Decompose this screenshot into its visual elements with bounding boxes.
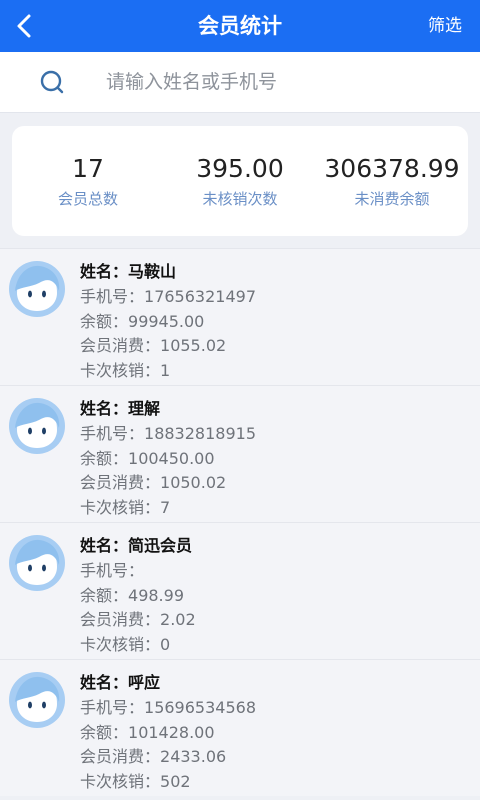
- stat-unspent-balance: 306378.99 未消费余额: [316, 152, 468, 209]
- phone-label: 手机号：: [80, 560, 145, 580]
- member-item[interactable]: 姓名：马鞍山 手机号：17656321497 余额：99945.00 会员消费：…: [0, 248, 480, 385]
- phone-label: 手机号：: [80, 286, 145, 306]
- member-spend: 1050.02: [160, 473, 227, 493]
- app-header: 会员统计 筛选: [0, 0, 480, 52]
- name-label: 姓名：: [80, 673, 129, 692]
- stat-label: 会员总数: [57, 190, 118, 208]
- member-list: 姓名：马鞍山 手机号：17656321497 余额：99945.00 会员消费：…: [0, 248, 480, 796]
- phone-label: 手机号：: [80, 423, 145, 443]
- member-name: 简迅会员: [128, 536, 193, 555]
- phone-label: 手机号：: [80, 697, 145, 717]
- avatar-icon: [9, 672, 65, 728]
- stat-unverified-times: 395.00 未核销次数: [164, 152, 316, 209]
- card-label: 卡次核销：: [80, 498, 161, 518]
- member-spend: 2.02: [160, 610, 196, 630]
- spend-label: 会员消费：: [80, 610, 161, 630]
- stat-label: 未核销次数: [202, 190, 278, 208]
- stat-value: 17: [72, 154, 104, 183]
- member-item[interactable]: 姓名：呼应 手机号：15696534568 余额：101428.00 会员消费：…: [0, 659, 480, 796]
- stat-value: 306378.99: [324, 154, 460, 183]
- member-balance: 100450.00: [128, 448, 215, 468]
- member-info: 姓名：简迅会员 手机号： 余额：498.99 会员消费：2.02 卡次核销：0: [80, 534, 196, 658]
- search-bar: [0, 52, 480, 113]
- stats-card: 17 会员总数 395.00 未核销次数 306378.99 未消费余额: [12, 126, 468, 236]
- member-spend: 1055.02: [160, 336, 227, 356]
- member-info: 姓名：马鞍山 手机号：17656321497 余额：99945.00 会员消费：…: [80, 260, 256, 384]
- member-card-count: 1: [160, 361, 171, 381]
- filter-button[interactable]: 筛选: [428, 0, 462, 52]
- balance-label: 余额：: [80, 311, 129, 331]
- member-balance: 99945.00: [128, 311, 205, 331]
- member-phone: 17656321497: [144, 286, 256, 306]
- member-spend: 2433.06: [160, 747, 227, 767]
- member-phone: 18832818915: [144, 423, 256, 443]
- stat-value: 395.00: [196, 154, 284, 183]
- name-label: 姓名：: [80, 536, 129, 555]
- stat-member-count: 17 会员总数: [12, 152, 164, 209]
- search-input[interactable]: [106, 66, 446, 98]
- member-card-count: 502: [160, 772, 191, 792]
- member-name: 呼应: [128, 673, 161, 692]
- avatar-icon: [9, 398, 65, 454]
- member-card-count: 0: [160, 635, 171, 655]
- avatar-icon: [9, 261, 65, 317]
- balance-label: 余额：: [80, 448, 129, 468]
- search-icon: [40, 70, 64, 94]
- member-name: 理解: [128, 399, 161, 418]
- member-info: 姓名：呼应 手机号：15696534568 余额：101428.00 会员消费：…: [80, 671, 256, 795]
- balance-label: 余额：: [80, 585, 129, 605]
- member-phone: 15696534568: [144, 697, 256, 717]
- member-name: 马鞍山: [128, 262, 177, 281]
- card-label: 卡次核销：: [80, 772, 161, 792]
- name-label: 姓名：: [80, 399, 129, 418]
- page-title: 会员统计: [198, 14, 282, 38]
- balance-label: 余额：: [80, 722, 129, 742]
- avatar-icon: [9, 535, 65, 591]
- member-balance: 101428.00: [128, 722, 215, 742]
- member-item[interactable]: 姓名：简迅会员 手机号： 余额：498.99 会员消费：2.02 卡次核销：0: [0, 522, 480, 659]
- member-balance: 498.99: [128, 585, 184, 605]
- member-item[interactable]: 姓名：理解 手机号：18832818915 余额：100450.00 会员消费：…: [0, 385, 480, 522]
- stat-label: 未消费余额: [354, 190, 430, 208]
- card-label: 卡次核销：: [80, 635, 161, 655]
- name-label: 姓名：: [80, 262, 129, 281]
- member-info: 姓名：理解 手机号：18832818915 余额：100450.00 会员消费：…: [80, 397, 256, 521]
- member-card-count: 7: [160, 498, 171, 518]
- spend-label: 会员消费：: [80, 336, 161, 356]
- spend-label: 会员消费：: [80, 473, 161, 493]
- spend-label: 会员消费：: [80, 747, 161, 767]
- card-label: 卡次核销：: [80, 361, 161, 381]
